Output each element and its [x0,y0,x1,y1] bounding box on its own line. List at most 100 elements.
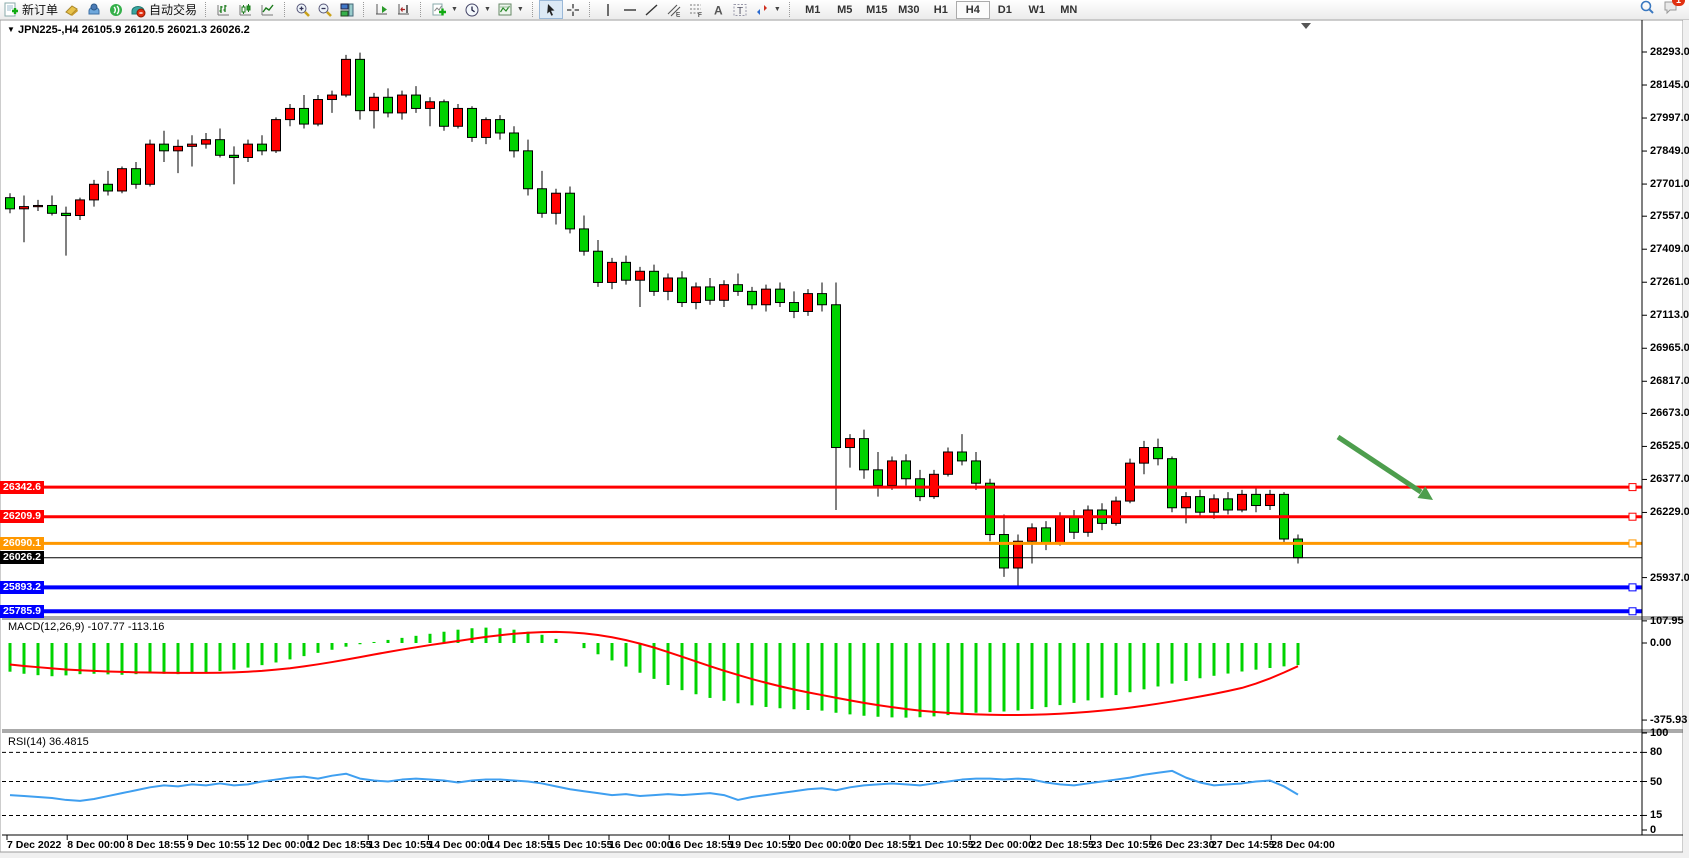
price-axis-label[interactable]: 26377.0 [1650,473,1689,485]
vertical-line-button[interactable] [597,1,619,18]
price-axis-label[interactable]: 27261.0 [1650,276,1689,288]
history-button[interactable] [61,1,83,18]
channel-button[interactable]: E [663,1,685,18]
time-axis-label[interactable]: 20 Dec 18:55 [850,839,914,851]
indicators-button[interactable]: ▼ [428,1,461,18]
chevron-down-icon[interactable]: ▼ [451,6,458,13]
arrows-button[interactable]: ▼ [751,1,784,18]
line-chart-button[interactable] [257,1,279,18]
time-axis-label[interactable]: 19 Dec 10:55 [729,839,793,851]
time-axis-label[interactable]: 20 Dec 00:00 [790,839,854,851]
time-axis-label[interactable]: 8 Dec 18:55 [127,839,185,851]
bar-chart-button[interactable] [213,1,235,18]
time-axis-label[interactable]: 7 Dec 2022 [7,839,61,851]
notification-badge: 1 [1672,0,1685,6]
rsi-axis-label[interactable]: 80 [1650,746,1662,758]
time-axis-label[interactable]: 12 Dec 00:00 [248,839,312,851]
timeframe-M1[interactable]: M1 [797,2,829,18]
time-axis-label[interactable]: 9 Dec 10:55 [188,839,246,851]
price-axis-label[interactable]: 27409.0 [1650,243,1689,255]
price-axis-label[interactable]: 28145.0 [1650,79,1689,91]
chat-button[interactable]: 1 [1663,0,1679,20]
timeframe-D1[interactable]: D1 [989,2,1021,18]
line-handle[interactable] [1629,484,1636,491]
line-handle[interactable] [1629,584,1636,591]
rsi-axis-label[interactable]: 100 [1650,727,1668,739]
fibonacci-button[interactable]: F [685,1,707,18]
price-axis-label[interactable]: 27701.0 [1650,178,1689,190]
line-handle[interactable] [1629,540,1636,547]
trendline-button[interactable] [641,1,663,18]
tile-windows-button[interactable] [336,1,358,18]
chevron-down-icon[interactable]: ▼ [774,6,781,13]
chart-title: ▼ JPN225-,H4 26105.9 26120.5 26021.3 260… [7,24,250,36]
crosshair-button[interactable] [562,1,584,18]
rsi-axis-label[interactable]: 0 [1650,824,1656,836]
text-button[interactable]: A [707,1,729,18]
time-axis-label[interactable]: 28 Dec 04:00 [1271,839,1335,851]
horizontal-line-button[interactable] [619,1,641,18]
price-axis-label[interactable]: 28293.0 [1650,46,1689,58]
line-handle[interactable] [1629,513,1636,520]
price-axis-label[interactable]: 25937.0 [1650,572,1689,584]
price-axis-label[interactable]: 27113.0 [1650,309,1689,321]
period-button[interactable]: ▼ [461,1,494,18]
zoom-out-button[interactable] [314,1,336,18]
rsi-axis-label[interactable]: 50 [1650,776,1662,788]
zoom-in-button[interactable] [292,1,314,18]
toolbar-separator [363,2,368,17]
timeframe-W1[interactable]: W1 [1021,2,1053,18]
time-axis-label[interactable]: 16 Dec 00:00 [609,839,673,851]
text-label-button[interactable]: T [729,1,751,18]
search-button[interactable] [1639,0,1655,20]
price-axis-label[interactable]: 26229.0 [1650,506,1689,518]
chevron-down-icon[interactable]: ▼ [484,6,491,13]
chart-shift-button[interactable] [393,1,415,18]
macd-axis-label[interactable]: -375.93 [1650,714,1687,726]
time-axis-label[interactable]: 26 Dec 23:30 [1151,839,1215,851]
price-axis-label[interactable]: 27557.0 [1650,210,1689,222]
timeframe-MN[interactable]: MN [1053,2,1085,18]
price-axis-label[interactable]: 26965.0 [1650,342,1689,354]
price-axis-label[interactable]: 27997.0 [1650,112,1689,124]
price-axis-label[interactable]: 26673.0 [1650,407,1689,419]
time-axis-label[interactable]: 21 Dec 10:55 [910,839,974,851]
time-axis-label[interactable]: 16 Dec 18:55 [669,839,733,851]
auto-scroll-button[interactable] [371,1,393,18]
time-axis-label[interactable]: 14 Dec 00:00 [428,839,492,851]
market-watch-button[interactable] [83,1,105,18]
timeframe-M15[interactable]: M15 [861,2,893,18]
line-handle[interactable] [1629,608,1636,615]
time-axis-label[interactable]: 14 Dec 18:55 [489,839,553,851]
time-axis-label[interactable]: 22 Dec 00:00 [970,839,1034,851]
time-axis-label[interactable]: 8 Dec 00:00 [67,839,125,851]
autotrading-button[interactable]: 自动交易 [127,1,200,18]
price-axis-label[interactable]: 26817.0 [1650,375,1689,387]
time-axis-label[interactable]: 22 Dec 18:55 [1030,839,1094,851]
candlestick-chart-button[interactable] [235,1,257,18]
timeframe-M30[interactable]: M30 [893,2,925,18]
time-axis-label[interactable]: 27 Dec 14:55 [1211,839,1275,851]
price-axis-label[interactable]: 27849.0 [1650,145,1689,157]
macd-axis-label[interactable]: 0.00 [1650,637,1671,649]
rsi-axis-label[interactable]: 15 [1650,809,1662,821]
new-order-button[interactable]: 新订单 [0,1,61,18]
time-axis-label[interactable]: 15 Dec 10:55 [549,839,613,851]
time-axis-label[interactable]: 13 Dec 10:55 [368,839,432,851]
time-axis-label[interactable]: 12 Dec 18:55 [308,839,372,851]
price-axis-label[interactable]: 26525.0 [1650,440,1689,452]
autotrading-icon [130,2,146,18]
timeframe-M5[interactable]: M5 [829,2,861,18]
cursor-button[interactable] [540,1,562,18]
template-button[interactable]: ▼ [494,1,527,18]
macd-axis-label[interactable]: 107.95 [1650,615,1684,627]
signals-button[interactable] [105,1,127,18]
chevron-down-icon[interactable]: ▼ [517,6,524,13]
chart-canvas[interactable] [0,0,1689,858]
chart-collapse-icon[interactable]: ▼ [7,25,15,34]
line-price-tag: 26342.6 [0,481,44,494]
timeframe-H4[interactable]: H4 [957,2,989,18]
candlestick-chart-icon [238,2,254,18]
timeframe-H1[interactable]: H1 [925,2,957,18]
time-axis-label[interactable]: 23 Dec 10:55 [1091,839,1155,851]
